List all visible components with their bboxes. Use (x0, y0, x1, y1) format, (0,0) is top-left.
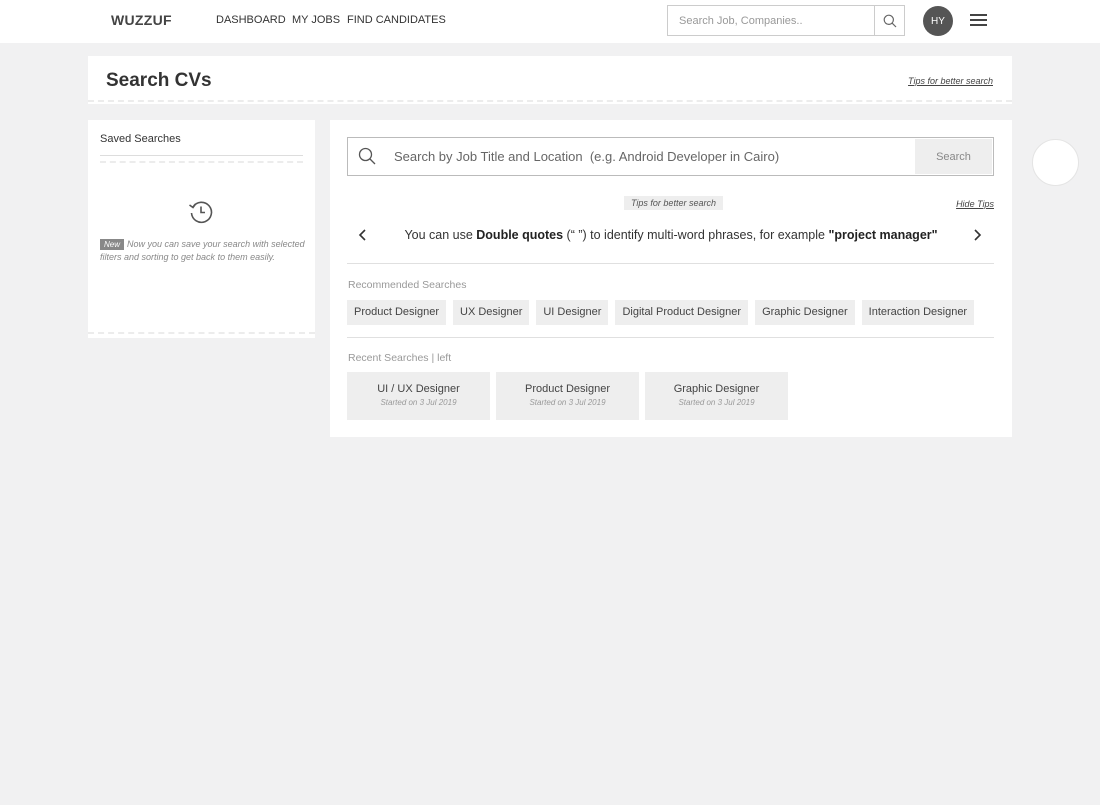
tip-text-bold: "project manager" (828, 228, 938, 242)
hamburger-menu-icon[interactable] (970, 13, 988, 27)
recent-search-date: Started on 3 Jul 2019 (678, 398, 755, 407)
saved-note-text: Now you can save your search with select… (100, 239, 305, 262)
divider (88, 332, 315, 334)
recommended-search-chip[interactable]: Digital Product Designer (615, 300, 749, 325)
search-button[interactable]: Search (915, 139, 992, 174)
cv-search-box: Search (347, 137, 994, 176)
chevron-left-icon[interactable] (356, 228, 370, 242)
tips-for-better-search-link[interactable]: Tips for better search (908, 76, 993, 86)
recommended-searches-list: Product Designer UX Designer UI Designer… (347, 300, 975, 325)
wuzzuf-logo[interactable]: WUZZUF (111, 12, 172, 28)
user-avatar[interactable]: HY (923, 6, 953, 36)
divider (347, 337, 994, 338)
top-navigation-bar: WUZZUF DASHBOARD MY JOBS FIND CANDIDATES… (0, 0, 1100, 43)
tip-text-part: You can use (404, 228, 477, 242)
divider (100, 155, 303, 156)
history-icon (189, 201, 213, 224)
nav-dashboard[interactable]: DASHBOARD (216, 14, 286, 26)
recent-search-date: Started on 3 Jul 2019 (529, 398, 606, 407)
top-search-input[interactable] (668, 6, 874, 35)
recent-search-tile[interactable]: Product Designer Started on 3 Jul 2019 (496, 372, 639, 420)
search-icon (883, 14, 896, 27)
recent-searches-label: Recent Searches | left (348, 352, 452, 364)
saved-searches-title: Saved Searches (100, 133, 181, 145)
recommended-search-chip[interactable]: UX Designer (453, 300, 530, 325)
saved-searches-note: New Now you can save your search with sel… (100, 238, 305, 264)
recent-search-tile[interactable]: UI / UX Designer Started on 3 Jul 2019 (347, 372, 490, 420)
cv-search-panel: Search Tips for better search Hide Tips … (330, 120, 1012, 437)
divider (100, 161, 303, 163)
page-title: Search CVs (106, 70, 212, 91)
divider (88, 100, 1012, 102)
divider (347, 263, 994, 264)
recent-searches-list: UI / UX Designer Started on 3 Jul 2019 P… (347, 372, 788, 420)
recent-search-title: Product Designer (525, 383, 610, 395)
recommended-search-chip[interactable]: UI Designer (536, 300, 609, 325)
tips-label: Tips for better search (624, 196, 723, 210)
recommended-search-chip[interactable]: Interaction Designer (861, 300, 975, 325)
chevron-right-icon[interactable] (970, 228, 984, 242)
page-header-card: Search CVs Tips for better search (88, 56, 1012, 104)
tip-text: You can use Double quotes (“ ”) to ident… (378, 228, 964, 242)
floating-circle-button[interactable] (1032, 139, 1079, 186)
cv-search-input[interactable] (394, 138, 914, 175)
recommended-search-chip[interactable]: Product Designer (347, 300, 446, 325)
saved-searches-panel: Saved Searches New Now you can save your … (88, 120, 315, 338)
tip-text-bold: Double quotes (476, 228, 564, 242)
top-search-box (667, 5, 905, 36)
recent-search-date: Started on 3 Jul 2019 (380, 398, 457, 407)
nav-find-candidates[interactable]: FIND CANDIDATES (347, 14, 446, 26)
tip-text-part: (“ ”) to identify multi-word phrases, fo… (563, 228, 829, 242)
recent-search-title: UI / UX Designer (377, 383, 460, 395)
search-icon (358, 147, 376, 165)
new-badge: New (100, 239, 125, 250)
nav-my-jobs[interactable]: MY JOBS (292, 14, 340, 26)
top-search-button[interactable] (874, 6, 904, 35)
recommended-searches-label: Recommended Searches (348, 279, 467, 291)
recent-search-tile[interactable]: Graphic Designer Started on 3 Jul 2019 (645, 372, 788, 420)
hide-tips-link[interactable]: Hide Tips (956, 199, 994, 209)
recommended-search-chip[interactable]: Graphic Designer (755, 300, 855, 325)
recent-search-title: Graphic Designer (673, 383, 760, 395)
